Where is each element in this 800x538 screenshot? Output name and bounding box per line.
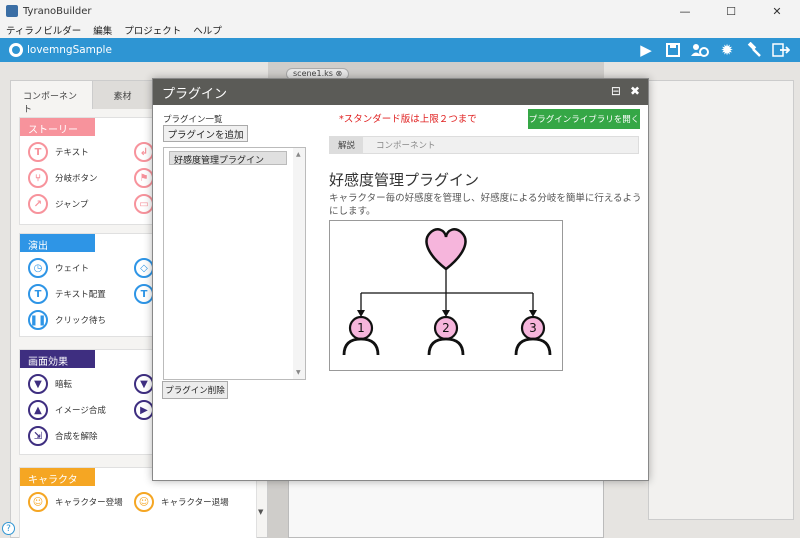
window-icon[interactable]: ▭ [134, 194, 154, 214]
plugin-list[interactable]: 好感度管理プラグイン ▲ ▼ [163, 147, 306, 380]
menu-edit[interactable]: 編集 [87, 23, 118, 37]
fade-icon[interactable]: ▼ [134, 374, 154, 394]
add-plugin-button[interactable]: プラグインを追加 [163, 125, 248, 142]
plugin-list-label: プラグイン一覧 [163, 115, 223, 125]
minimize-button[interactable]: — [662, 0, 708, 22]
maximize-button[interactable]: ☐ [708, 0, 754, 22]
text-style-icon[interactable]: T [134, 284, 154, 304]
title-bar: TyranoBuilder — ☐ ✕ [0, 0, 800, 22]
plugin-list-scrollbar[interactable]: ▲ ▼ [293, 148, 305, 379]
component-blackout[interactable]: ▼ 暗転 [28, 374, 72, 394]
movie-icon[interactable]: ▶ [134, 400, 154, 420]
dialog-minimize-icon[interactable]: ⊟ [611, 84, 621, 98]
component-jump[interactable]: ↗ ジャンプ [28, 194, 88, 214]
category-title: キャラクター [20, 468, 95, 501]
component-label: 合成を解除 [55, 432, 98, 442]
component-wait[interactable]: ◷ ウェイト [28, 258, 89, 278]
tab-description[interactable]: 解説 [330, 137, 364, 153]
toolbar: lovemngSample ▶ ✹ [0, 38, 800, 62]
text-position-icon: T [28, 284, 48, 304]
dialog-close-icon[interactable]: ✖ [630, 84, 640, 98]
dialog-header: プラグイン ⊟ ✖ [153, 79, 648, 105]
hammer-icon[interactable] [741, 40, 767, 60]
shake-icon[interactable]: ◇ [134, 258, 154, 278]
component-branch-button[interactable]: ⑂ 分岐ボタン [28, 168, 98, 188]
branch-icon: ⑂ [28, 168, 48, 188]
export-icon[interactable] [768, 40, 794, 60]
app-icon [6, 5, 18, 17]
menu-project[interactable]: プロジェクト [118, 23, 187, 37]
open-plugin-library-button[interactable]: プラグインライブラリを開く [528, 109, 640, 129]
flag-icon[interactable]: ⚑ [134, 168, 154, 188]
jump-icon: ↗ [28, 194, 48, 214]
close-button[interactable]: ✕ [754, 0, 800, 22]
image-icon: ▲ [28, 400, 48, 420]
person-1-number: 1 [357, 321, 365, 335]
tab-components[interactable]: コンポーネント [11, 81, 93, 115]
component-label: テキスト配置 [55, 290, 106, 300]
component-label: キャラクター登場 [55, 498, 123, 508]
component-label: ウェイト [55, 264, 90, 274]
component-image-composite[interactable]: ▲ イメージ合成 [28, 400, 106, 420]
component-character-exit[interactable]: ☺ キャラクター退場 [134, 492, 229, 512]
component-remove-composite[interactable]: ⇲ 合成を解除 [28, 426, 98, 446]
clock-icon: ◷ [28, 258, 48, 278]
menu-tyranobuilder[interactable]: ティラノビルダー [0, 23, 87, 37]
project-name: lovemngSample [27, 44, 112, 56]
component-label: 分岐ボタン [55, 174, 98, 184]
window-title: TyranoBuilder [23, 5, 92, 17]
heart-icon [425, 228, 467, 271]
detail-tabs: 解説 コンポーネント [329, 136, 639, 154]
person-3-number: 3 [529, 321, 537, 335]
play-icon[interactable]: ▶ [633, 40, 659, 60]
menu-help[interactable]: ヘルプ [187, 23, 228, 37]
menu-bar: ティラノビルダー 編集 プロジェクト ヘルプ [0, 22, 800, 38]
save-icon[interactable] [660, 40, 686, 60]
component-label: テキスト [55, 148, 89, 158]
category-title: 画面効果 [20, 350, 95, 368]
component-text-position[interactable]: T テキスト配置 [28, 284, 106, 304]
component-label: ジャンプ [55, 200, 89, 210]
scroll-up-icon[interactable]: ▲ [296, 151, 301, 158]
blackout-icon: ▼ [28, 374, 48, 394]
standard-limit-notice: *スタンダード版は上限２つまで [339, 114, 477, 125]
scroll-down-icon[interactable]: ▼ [296, 369, 301, 376]
window-controls: — ☐ ✕ [662, 0, 800, 22]
help-icon[interactable]: ? [2, 522, 15, 535]
property-panel [648, 80, 794, 520]
tab-assets[interactable]: 素材 [93, 81, 153, 109]
tab-component[interactable]: コンポーネント [368, 137, 444, 153]
remove-composite-icon: ⇲ [28, 426, 48, 446]
users-gear-icon[interactable] [687, 40, 713, 60]
category-title: 演出 [20, 234, 95, 252]
plugin-title: 好感度管理プラグイン [329, 171, 480, 189]
file-tab-label: scene1.ks [293, 69, 333, 78]
person-2-number: 2 [442, 321, 450, 335]
plugin-dialog: プラグイン ⊟ ✖ プラグイン一覧 プラグインを追加 好感度管理プラグイン ▲ … [152, 78, 649, 481]
list-item[interactable]: 好感度管理プラグイン [169, 151, 287, 166]
character-exit-icon: ☺ [134, 492, 154, 512]
plugin-diagram: 1 2 3 [329, 220, 563, 371]
return-icon[interactable]: ↲ [134, 142, 154, 162]
editor-canvas[interactable] [288, 480, 604, 538]
project-icon [9, 43, 23, 57]
component-text[interactable]: T テキスト [28, 142, 89, 162]
plugin-description: キャラクター毎の好感度を管理し、好感度による分岐を簡単に行えるようにします。 [329, 193, 642, 217]
gear-icon[interactable]: ✹ [714, 40, 740, 60]
dialog-title: プラグイン [162, 86, 228, 102]
component-label: クリック待ち [55, 316, 107, 326]
component-label: イメージ合成 [55, 406, 106, 416]
text-icon: T [28, 142, 48, 162]
pause-icon: ❚❚ [28, 310, 48, 330]
component-label: 暗転 [55, 380, 73, 390]
category-title: ストーリー [20, 118, 95, 136]
scroll-down-arrow[interactable]: ▼ [258, 508, 263, 516]
component-label: キャラクター退場 [161, 498, 229, 508]
component-character-enter[interactable]: ☺ キャラクター登場 [28, 492, 123, 512]
character-enter-icon: ☺ [28, 492, 48, 512]
delete-plugin-button[interactable]: プラグイン削除 [162, 381, 228, 399]
component-click-wait[interactable]: ❚❚ クリック待ち [28, 310, 106, 330]
